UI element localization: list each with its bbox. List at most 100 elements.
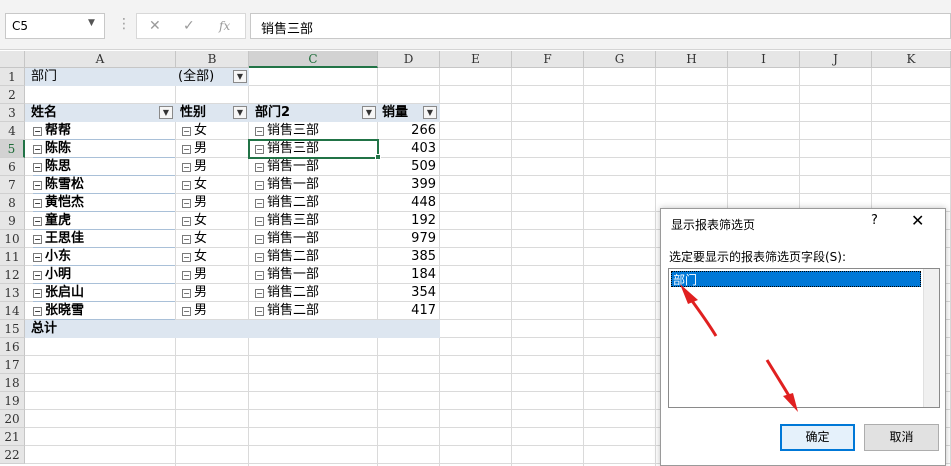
column-header[interactable]: F [512,51,584,68]
collapse-icon[interactable]: − [255,199,264,208]
ok-button[interactable]: 确定 [780,424,855,451]
row-header[interactable]: 3 [0,104,25,122]
row-header[interactable]: 4 [0,122,25,140]
row-header[interactable]: 21 [0,428,25,446]
collapse-icon[interactable]: − [33,307,42,316]
collapse-icon[interactable]: − [33,163,42,172]
collapse-icon[interactable]: − [182,199,191,208]
filter-dropdown-icon[interactable]: ▼ [362,106,376,119]
name-cell[interactable]: − 陈思 [33,158,173,176]
row-header[interactable]: 17 [0,356,25,374]
sales-cell[interactable]: 417 [380,302,436,320]
column-header[interactable]: J [800,51,872,68]
enter-check-icon[interactable]: ✓ [183,18,195,34]
sales-cell[interactable]: 403 [380,140,436,158]
field-list[interactable]: 部门 [668,268,940,408]
gender-cell[interactable]: − 男 [182,302,246,320]
dept-cell[interactable]: − 销售二部 [255,284,375,302]
collapse-icon[interactable]: − [182,307,191,316]
row-header[interactable]: 1 [0,68,25,86]
row-header[interactable]: 18 [0,374,25,392]
row-header[interactable]: 13 [0,284,25,302]
fill-handle[interactable] [375,154,381,160]
help-icon[interactable]: ? [871,213,878,228]
collapse-icon[interactable]: − [255,307,264,316]
dept-cell[interactable]: − 销售一部 [255,230,375,248]
insert-function-icon[interactable]: fx [219,19,230,33]
column-header[interactable]: K [872,51,951,68]
collapse-icon[interactable]: − [255,163,264,172]
collapse-icon[interactable]: − [33,127,42,136]
collapse-icon[interactable]: − [33,199,42,208]
collapse-icon[interactable]: − [182,253,191,262]
filter-dropdown-icon[interactable]: ▼ [233,106,247,119]
name-cell[interactable]: − 黄恺杰 [33,194,173,212]
gender-cell[interactable]: − 女 [182,230,246,248]
sales-cell[interactable]: 184 [380,266,436,284]
row-header[interactable]: 22 [0,446,25,464]
dept-cell[interactable]: − 销售三部 [255,122,375,140]
collapse-icon[interactable]: − [33,289,42,298]
row-header[interactable]: 19 [0,392,25,410]
gender-cell[interactable]: − 男 [182,140,246,158]
row-header[interactable]: 6 [0,158,25,176]
column-header[interactable]: C [249,51,378,68]
collapse-icon[interactable]: − [182,163,191,172]
collapse-icon[interactable]: − [182,181,191,190]
name-cell[interactable]: − 陈雪松 [33,176,173,194]
name-cell[interactable]: − 童虎 [33,212,173,230]
column-header[interactable]: D [378,51,440,68]
gender-cell[interactable]: − 女 [182,176,246,194]
gender-cell[interactable]: − 女 [182,212,246,230]
row-header[interactable]: 2 [0,86,25,104]
dept-cell[interactable]: − 销售二部 [255,248,375,266]
sales-cell[interactable]: 399 [380,176,436,194]
collapse-icon[interactable]: − [33,217,42,226]
column-header[interactable]: H [656,51,728,68]
sales-cell[interactable]: 979 [380,230,436,248]
sales-cell[interactable]: 509 [380,158,436,176]
sales-cell[interactable]: 266 [380,122,436,140]
collapse-icon[interactable]: − [33,145,42,154]
name-cell[interactable]: − 帮帮 [33,122,173,140]
collapse-icon[interactable]: − [33,235,42,244]
collapse-icon[interactable]: − [182,217,191,226]
column-header[interactable]: G [584,51,656,68]
name-cell[interactable]: − 小东 [33,248,173,266]
collapse-icon[interactable]: − [182,289,191,298]
dept-cell[interactable]: − 销售二部 [255,194,375,212]
dept-cell[interactable]: − 销售三部 [255,212,375,230]
sales-cell[interactable]: 385 [380,248,436,266]
filter-dropdown-icon[interactable]: ▼ [233,70,247,83]
gender-cell[interactable]: − 男 [182,158,246,176]
row-header[interactable]: 14 [0,302,25,320]
collapse-icon[interactable]: − [182,145,191,154]
collapse-icon[interactable]: − [255,253,264,262]
dept-cell[interactable]: − 销售一部 [255,266,375,284]
name-cell[interactable]: − 王思佳 [33,230,173,248]
list-scrollbar[interactable] [923,269,939,407]
list-item[interactable]: 部门 [671,271,921,287]
collapse-icon[interactable]: − [33,181,42,190]
filter-dropdown-icon[interactable]: ▼ [159,106,173,119]
gender-cell[interactable]: − 男 [182,194,246,212]
row-header[interactable]: 10 [0,230,25,248]
name-cell[interactable]: − 小明 [33,266,173,284]
column-header[interactable]: A [25,51,176,68]
column-header[interactable]: E [440,51,512,68]
collapse-icon[interactable]: − [33,253,42,262]
sales-cell[interactable]: 192 [380,212,436,230]
row-header[interactable]: 8 [0,194,25,212]
collapse-icon[interactable]: − [255,181,264,190]
collapse-icon[interactable]: − [255,289,264,298]
collapse-icon[interactable]: − [182,127,191,136]
filter-value[interactable]: (全部) [178,68,238,86]
sales-cell[interactable]: 448 [380,194,436,212]
dept-cell[interactable]: − 销售一部 [255,176,375,194]
cancel-button[interactable]: 取消 [864,424,939,451]
collapse-icon[interactable]: − [182,271,191,280]
gender-cell[interactable]: − 女 [182,248,246,266]
row-header[interactable]: 9 [0,212,25,230]
row-header[interactable]: 20 [0,410,25,428]
name-box-dropdown-icon[interactable]: ▼ [88,18,95,28]
